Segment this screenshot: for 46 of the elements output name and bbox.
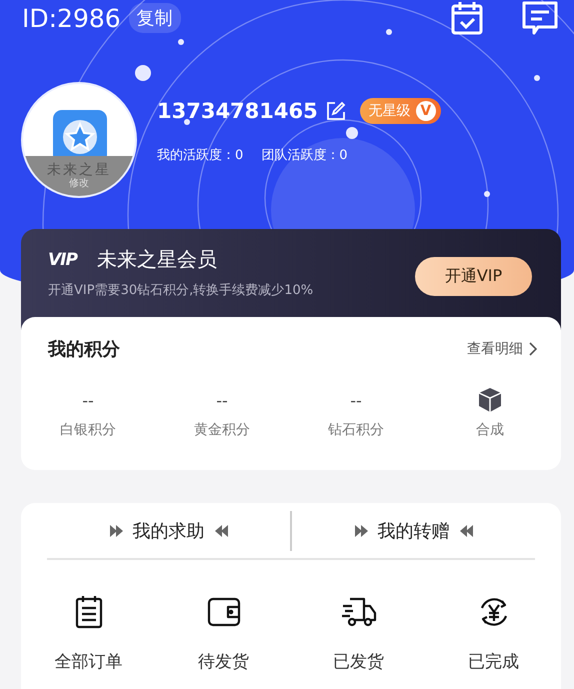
points-item[interactable]: -- 白银积分 (21, 383, 155, 439)
calendar-check-icon[interactable] (450, 0, 484, 36)
order-status-item[interactable]: 全部订单 (21, 594, 156, 673)
notepad-icon (74, 595, 104, 629)
activity-stat: 团队活跃度：0 (261, 147, 348, 164)
vip-title: 未来之星会员 (96, 246, 217, 273)
order-status-label: 全部订单 (54, 651, 122, 673)
level-mark: V (416, 101, 436, 121)
points-item[interactable]: 合成 (423, 383, 557, 439)
points-value: -- (216, 390, 228, 410)
points-label: 白银积分 (60, 421, 116, 439)
points-item[interactable]: -- 黄金积分 (155, 383, 289, 439)
activity-stat: 我的活跃度：0 (157, 147, 244, 164)
vip-logo: VIP (48, 250, 77, 270)
points-label: 合成 (476, 421, 504, 439)
order-status-label: 待发货 (198, 651, 249, 673)
level-label: 无星级 (368, 102, 411, 120)
double-arrow-left-icon (212, 524, 228, 538)
order-status-item[interactable]: 待发货 (156, 594, 291, 673)
message-icon[interactable] (520, 0, 560, 36)
points-title: 我的积分 (48, 338, 120, 361)
vip-description: 开通VIP需要30钻石积分,转换手续费减少10% (48, 282, 314, 299)
section-tab[interactable]: 我的求助 (47, 510, 290, 550)
points-item[interactable]: -- 钻石积分 (289, 383, 423, 439)
order-status-item[interactable]: 已发货 (291, 594, 426, 673)
points-label: 钻石积分 (328, 421, 384, 439)
points-value: -- (350, 390, 362, 410)
points-value: -- (82, 390, 94, 410)
chevron-right-icon (529, 342, 537, 356)
order-status-item[interactable]: 已完成 (426, 594, 561, 673)
open-vip-button[interactable]: 开通VIP (415, 257, 532, 296)
order-status-label: 已完成 (468, 651, 519, 673)
cube-icon (477, 387, 503, 413)
double-arrow-right-icon (108, 524, 124, 538)
double-arrow-right-icon (354, 524, 370, 538)
copy-button[interactable]: 复制 (128, 3, 181, 33)
user-id: ID:2986 (22, 4, 121, 32)
double-arrow-left-icon (458, 524, 474, 538)
edit-icon[interactable] (326, 101, 346, 121)
points-label: 黄金积分 (194, 421, 250, 439)
phone-number: 13734781465 (157, 99, 318, 123)
view-details-link[interactable]: 查看明细 (467, 340, 537, 358)
order-status-label: 已发货 (333, 651, 384, 673)
delivery-truck-icon (340, 596, 376, 628)
wallet-icon (206, 597, 240, 627)
section-tab[interactable]: 我的转赠 (292, 510, 535, 550)
